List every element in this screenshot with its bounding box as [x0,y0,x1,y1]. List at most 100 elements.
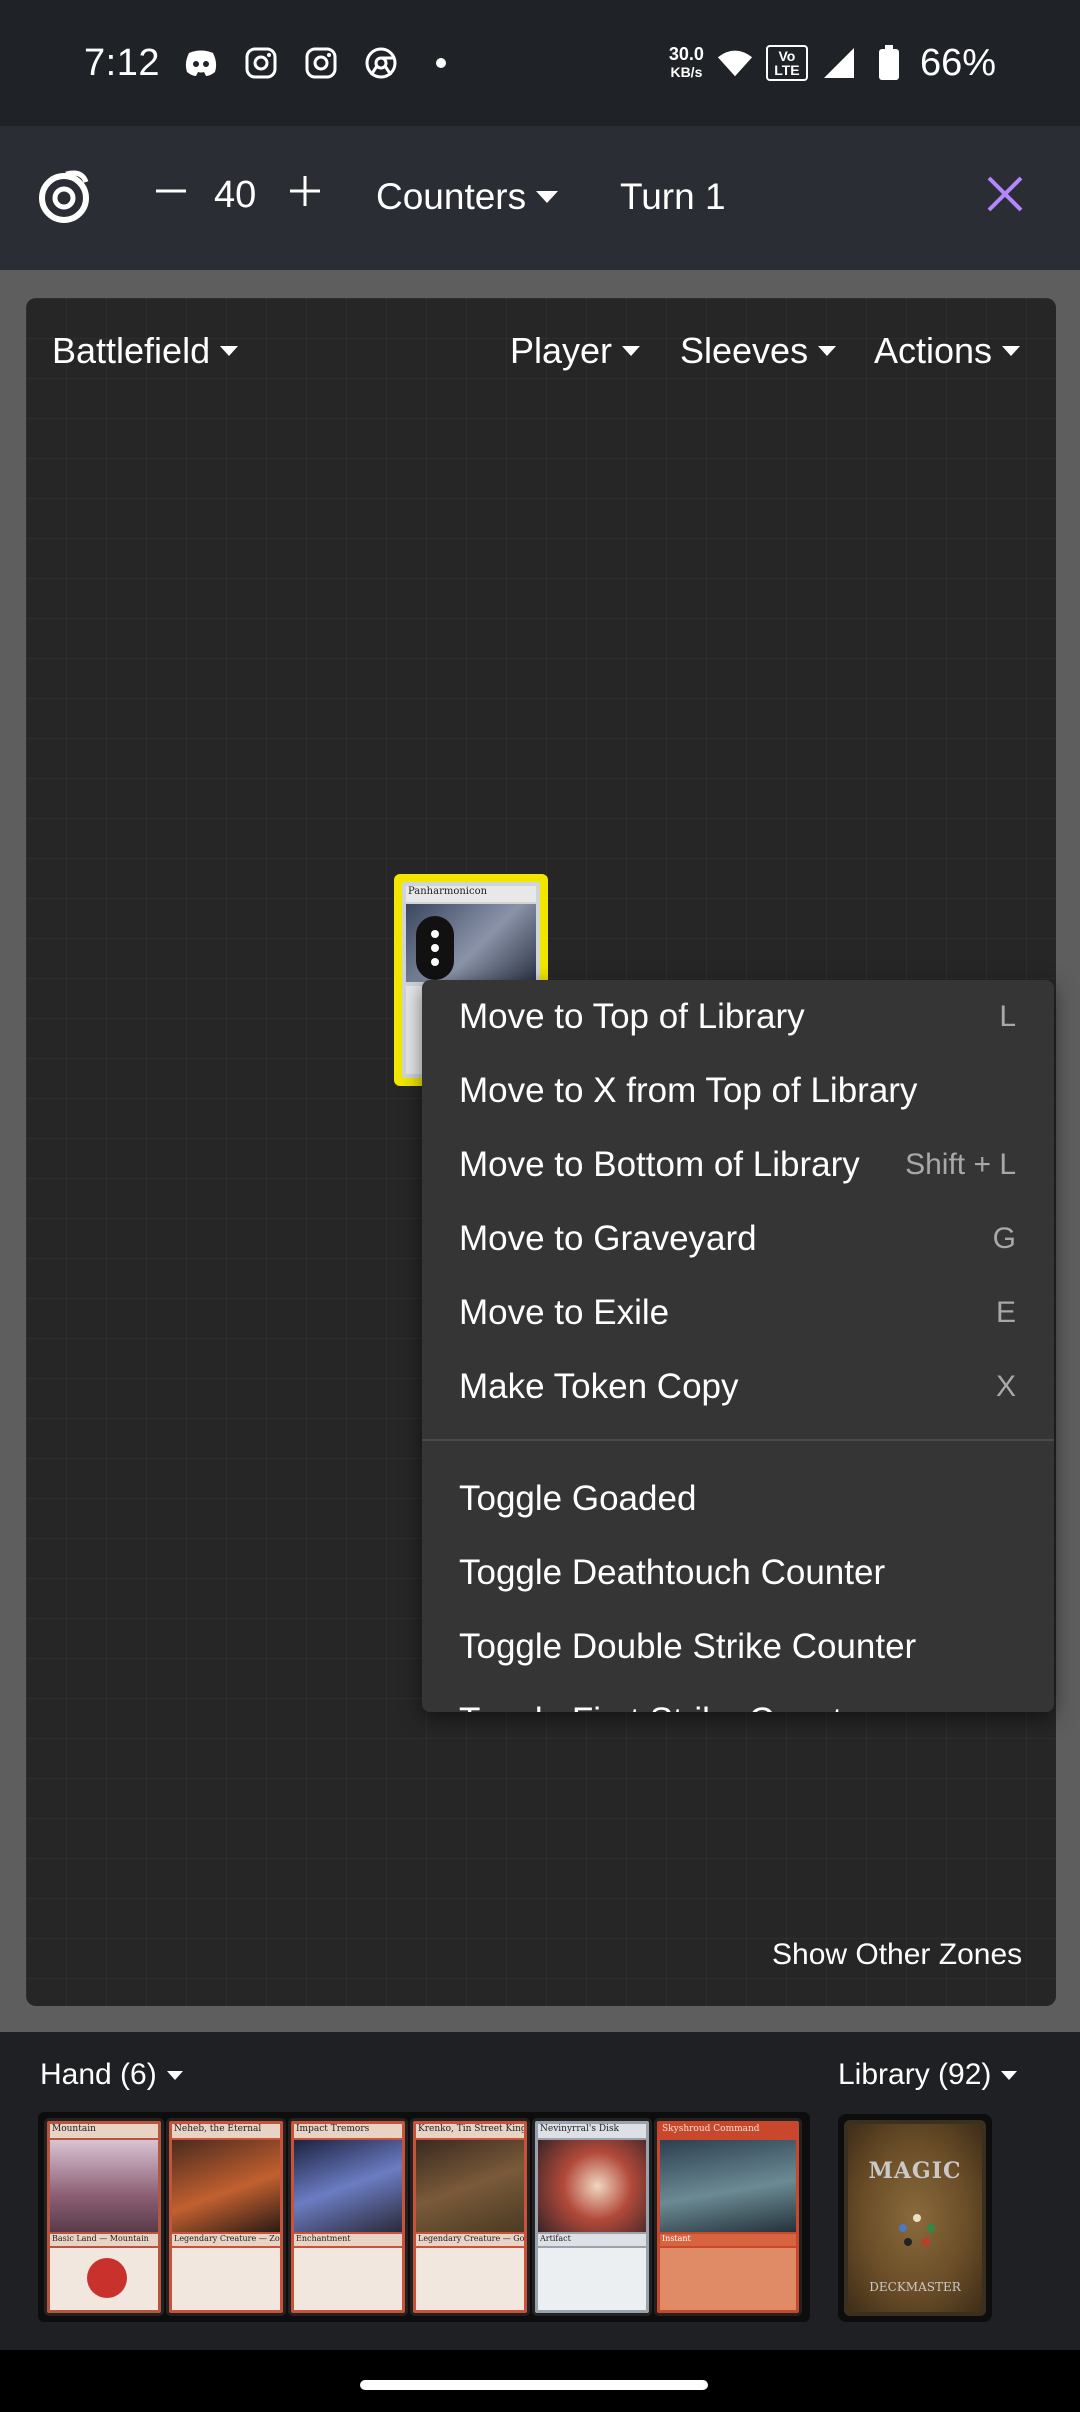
menu-item-label: Toggle Goaded [459,1479,697,1518]
hand-card-type: Artifact [538,2234,646,2246]
menu-item-move-bottom-library[interactable]: Move to Bottom of Library Shift + L [422,1128,1054,1202]
card-back: MAGIC DECKMASTER [844,2120,986,2316]
card-name: Panharmonicon [406,886,536,902]
hand-card-type: Legendary Creature — Zombie Minotaur [172,2234,280,2246]
hand-card-name: Nevinyrral's Disk [538,2124,646,2138]
battery-percent: 66% [919,41,996,84]
hand-card-type: Legendary Creature — Goblin [416,2234,524,2246]
signal-icon [820,44,858,82]
card-back-footer: DECKMASTER [869,2280,961,2294]
hand-card-text [416,2248,524,2310]
library-zone-dropdown[interactable]: Library (92) [838,2058,1018,2092]
menu-item-label: Toggle First Strike Counter [459,1701,873,1712]
menu-item-shortcut: Shift + L [905,1148,1016,1181]
menu-item-shortcut: G [992,1222,1016,1255]
hand-card-text [660,2248,796,2310]
hand-card-art [50,2140,158,2232]
player-dropdown[interactable]: Player [510,330,641,372]
hand-label: Hand (6) [40,2058,157,2091]
counters-label: Counters [376,176,527,217]
navigation-bar [0,2350,1080,2412]
sleeves-label: Sleeves [680,330,809,371]
hand-card[interactable]: Impact Tremors Enchantment [288,2118,408,2316]
hand-card-art [538,2140,646,2232]
hand-card-art [660,2140,796,2232]
speed-unit: KB/s [670,64,703,80]
status-time: 7:12 [84,41,160,84]
hand-card-text [294,2248,402,2310]
hand-card[interactable]: Mountain Basic Land — Mountain [44,2118,164,2316]
menu-item-move-top-library[interactable]: Move to Top of Library L [422,980,1054,1054]
hand-card[interactable]: Nevinyrral's Disk Artifact [532,2118,652,2316]
menu-item-label: Move to Bottom of Library [459,1145,860,1184]
hand-card-text [172,2248,280,2310]
caret-down-icon [622,346,641,356]
menu-item-toggle-goaded[interactable]: Toggle Goaded [422,1462,1054,1536]
actions-label: Actions [874,330,993,371]
menu-item-move-x-from-top[interactable]: Move to X from Top of Library [422,1054,1054,1128]
chrome-icon [362,44,400,82]
hand-card-type: Enchantment [294,2234,402,2246]
close-icon[interactable] [985,174,1025,214]
counters-dropdown[interactable]: Counters [376,176,559,218]
caret-down-icon [818,346,837,356]
speed-value: 30.0 [668,44,704,64]
battlefield-label: Battlefield [52,330,211,371]
actions-dropdown[interactable]: Actions [874,330,1021,372]
menu-divider [422,1439,1054,1441]
hand-card-text [538,2248,646,2310]
hand-card-name: Impact Tremors [294,2124,402,2138]
app-logo-icon[interactable] [36,168,92,224]
menu-item-label: Move to Graveyard [459,1219,757,1258]
hand-card-name: Krenko, Tin Street Kingpin [416,2124,524,2138]
menu-item-make-token-copy[interactable]: Make Token Copy X [422,1350,1054,1424]
menu-item-toggle-first-strike[interactable]: Toggle First Strike Counter [422,1684,1054,1712]
turn-button[interactable]: Turn 1 [620,176,726,218]
life-increment-button[interactable] [284,170,326,212]
caret-down-icon [536,191,559,203]
menu-item-move-graveyard[interactable]: Move to Graveyard G [422,1202,1054,1276]
home-gesture-handle[interactable] [360,2380,708,2390]
network-speed: 30.0 KB/s [669,45,704,81]
card-menu-kebab-icon[interactable] [416,916,454,980]
show-other-zones-button[interactable]: Show Other Zones [772,1938,1022,1972]
hand-card-name: Mountain [50,2124,158,2138]
mana-symbols-icon [899,2214,935,2246]
menu-item-label: Move to Top of Library [459,997,805,1036]
caret-down-icon [1002,346,1021,356]
library-label: Library (92) [838,2058,992,2091]
menu-item-shortcut: X [995,1370,1016,1403]
instagram-icon [242,44,280,82]
hand-card[interactable]: Neheb, the Eternal Legendary Creature — … [166,2118,286,2316]
hand-card[interactable]: Skyshroud Command Instant [654,2118,802,2316]
menu-item-toggle-double-strike[interactable]: Toggle Double Strike Counter [422,1610,1054,1684]
status-bar: 7:12 30.0 KB/s Vo LTE 66% [0,0,1080,126]
menu-item-toggle-deathtouch[interactable]: Toggle Deathtouch Counter [422,1536,1054,1610]
hand-card-type: Basic Land — Mountain [50,2234,158,2246]
battery-icon [870,44,908,82]
hand-card-art [294,2140,402,2232]
dot-icon [422,44,460,82]
app-header: 40 Counters Turn 1 [0,126,1080,270]
wifi-icon [716,44,754,82]
menu-item-shortcut: L [999,1000,1016,1033]
volte-badge: Vo LTE [765,45,808,81]
hand-card-name: Neheb, the Eternal [172,2124,280,2138]
library-pile[interactable]: MAGIC DECKMASTER [838,2114,992,2322]
hand-card-text [50,2248,158,2310]
battlefield-zone-dropdown[interactable]: Battlefield [52,330,239,372]
menu-item-label: Move to Exile [459,1293,670,1332]
sleeves-dropdown[interactable]: Sleeves [680,330,837,372]
hand-card-art [172,2140,280,2232]
discord-icon [182,44,220,82]
hand-card-art [416,2140,524,2232]
hand-zone-dropdown[interactable]: Hand (6) [40,2058,183,2092]
hand-card-name: Skyshroud Command [660,2124,796,2138]
card-back-logo: MAGIC [868,2158,962,2184]
caret-down-icon [1001,2070,1018,2080]
menu-item-label: Toggle Double Strike Counter [459,1627,917,1666]
menu-item-move-exile[interactable]: Move to Exile E [422,1276,1054,1350]
life-decrement-button[interactable] [150,170,192,212]
menu-item-label: Toggle Deathtouch Counter [459,1553,886,1592]
hand-card[interactable]: Krenko, Tin Street Kingpin Legendary Cre… [410,2118,530,2316]
